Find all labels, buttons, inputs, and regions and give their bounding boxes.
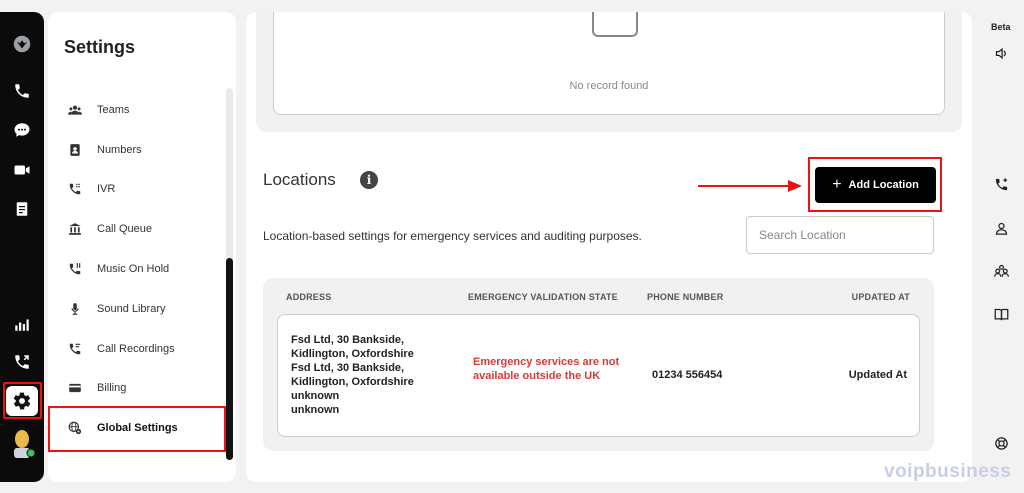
right-rail: Beta	[980, 12, 1024, 482]
state-line: available outside the UK	[473, 370, 601, 382]
speaker-icon[interactable]	[990, 42, 1012, 64]
avatar[interactable]	[9, 428, 36, 458]
analytics-icon[interactable]	[10, 312, 34, 336]
search-location-input[interactable]	[746, 216, 934, 254]
emergency-state-cell: Emergency services are not available out…	[473, 355, 633, 383]
billing-icon	[66, 379, 84, 397]
sidebar-item-teams[interactable]: Teams	[66, 95, 226, 125]
sidebar-title: Settings	[64, 37, 136, 57]
address-line: Fsd Ltd, 30 Bankside,	[291, 362, 405, 374]
address-line: unknown	[291, 404, 340, 416]
chat-icon[interactable]	[10, 118, 34, 142]
empty-box-icon	[592, 12, 638, 37]
add-location-label: Add Location	[848, 179, 919, 191]
state-line: Emergency services are not	[473, 356, 620, 368]
sidebar-item-label: IVR	[97, 183, 116, 195]
music-on-hold-icon	[66, 260, 84, 278]
sidebar-scrollbar-thumb[interactable]	[226, 258, 233, 460]
records-card: No record found	[256, 12, 962, 132]
globe-gear-icon	[66, 419, 84, 437]
call-queue-icon	[66, 220, 84, 238]
address-line: Kidlington, Oxfordshire	[291, 348, 414, 360]
sidebar-item-call-queue[interactable]: Call Queue	[66, 214, 226, 244]
phone-forward-icon[interactable]	[10, 350, 34, 374]
phone-add-icon[interactable]	[990, 173, 1012, 195]
sidebar-item-ivr[interactable]: IVR	[66, 174, 226, 204]
column-header-emergency-state: EMERGENCY VALIDATION STATE	[468, 292, 618, 302]
support-icon[interactable]	[990, 432, 1012, 454]
column-header-phone: PHONE NUMBER	[647, 292, 724, 302]
sidebar-item-label: Global Settings	[97, 422, 178, 434]
sidebar-item-sound-library[interactable]: Sound Library	[66, 294, 226, 324]
phone-icon[interactable]	[10, 79, 34, 103]
sidebar-item-label: Sound Library	[97, 303, 166, 315]
settings-sidebar: Settings Teams Numbers IVR Call Queue Mu…	[48, 12, 236, 482]
info-icon[interactable]: i	[360, 171, 378, 189]
address-cell: Fsd Ltd, 30 Bankside, Kidlington, Oxford…	[291, 333, 441, 417]
logo-icon[interactable]	[10, 32, 34, 56]
address-line: Fsd Ltd, 30 Bankside,	[291, 334, 405, 346]
main-panel: No record found Locations i + Add Locati…	[246, 12, 972, 482]
sidebar-item-billing[interactable]: Billing	[66, 373, 226, 403]
video-icon[interactable]	[10, 158, 34, 182]
book-icon[interactable]	[990, 303, 1012, 325]
group-icon[interactable]	[990, 259, 1012, 281]
beta-label: Beta	[991, 22, 1011, 32]
address-line: Kidlington, Oxfordshire	[291, 376, 414, 388]
teams-icon	[66, 101, 84, 119]
sidebar-item-label: Teams	[97, 104, 130, 116]
column-header-address: ADDRESS	[286, 292, 332, 302]
no-record-text: No record found	[569, 80, 649, 92]
gear-icon[interactable]	[6, 386, 38, 416]
call-recordings-icon	[66, 340, 84, 358]
column-header-updated-at: UPDATED AT	[851, 292, 910, 302]
add-location-button[interactable]: + Add Location	[815, 167, 936, 203]
sidebar-item-label: Music On Hold	[97, 263, 170, 275]
sidebar-item-call-recordings[interactable]: Call Recordings	[66, 334, 226, 364]
annotation-arrow	[698, 180, 802, 192]
empty-state: No record found	[273, 12, 945, 115]
ivr-icon	[66, 180, 84, 198]
sidebar-item-numbers[interactable]: Numbers	[66, 135, 226, 165]
table-row[interactable]: Fsd Ltd, 30 Bankside, Kidlington, Oxford…	[277, 314, 920, 437]
sidebar-item-label: Call Queue	[97, 223, 153, 235]
locations-title: Locations	[263, 170, 336, 189]
plus-icon: +	[832, 176, 842, 193]
address-line: unknown	[291, 390, 340, 402]
updated-at-cell: Updated At	[848, 369, 907, 381]
locations-table: ADDRESS EMERGENCY VALIDATION STATE PHONE…	[263, 278, 934, 451]
locations-description: Location-based settings for emergency se…	[263, 229, 642, 243]
sidebar-item-global-settings[interactable]: Global Settings	[66, 413, 226, 443]
notes-icon[interactable]	[10, 197, 34, 221]
sidebar-item-label: Call Recordings	[97, 343, 175, 355]
microphone-icon	[66, 300, 84, 318]
user-icon[interactable]	[990, 217, 1012, 239]
contacts-icon	[66, 141, 84, 159]
phone-number-cell: 01234 556454	[652, 369, 723, 381]
sidebar-item-label: Billing	[97, 382, 127, 394]
sidebar-item-music-on-hold[interactable]: Music On Hold	[66, 254, 226, 284]
watermark-logo: voipbusiness	[884, 461, 1012, 482]
sidebar-item-label: Numbers	[97, 144, 142, 156]
